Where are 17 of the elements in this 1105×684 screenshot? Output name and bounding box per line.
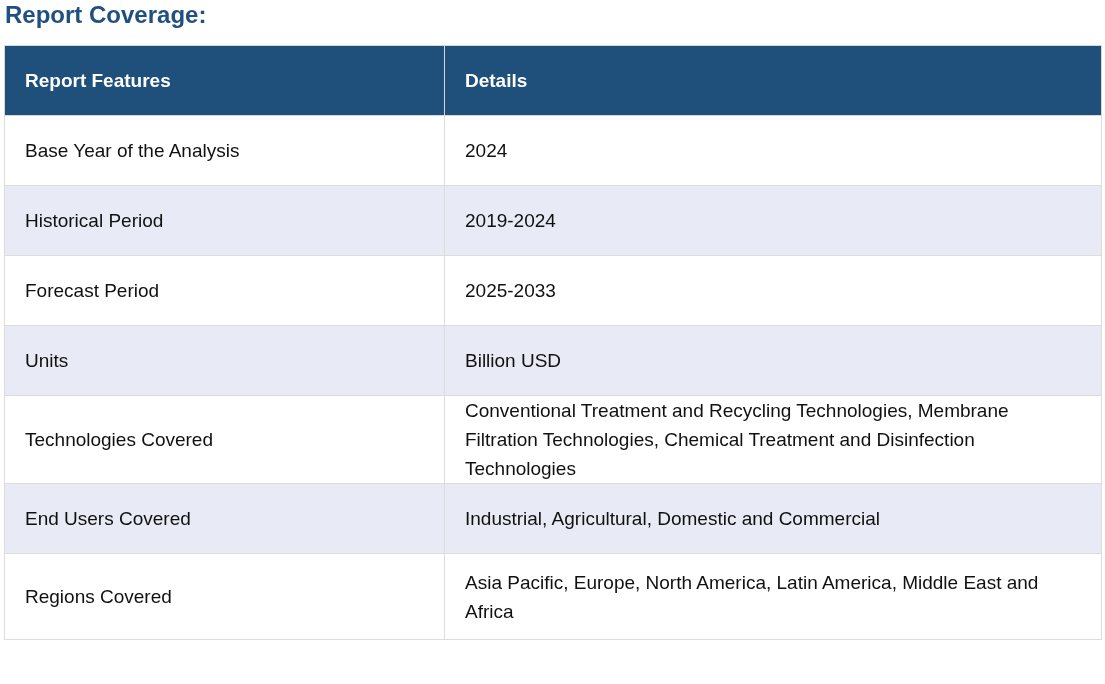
table-cell: Units xyxy=(4,325,445,396)
table-cell: 2024 xyxy=(444,115,1102,186)
table-cell: Base Year of the Analysis xyxy=(4,115,445,186)
column-header: Report Features xyxy=(4,45,445,116)
table-cell: Regions Covered xyxy=(4,553,445,640)
table-cell: 2025-2033 xyxy=(444,255,1102,326)
column-header: Details xyxy=(444,45,1102,116)
section-title: Report Coverage: xyxy=(4,0,208,30)
table-cell: Technologies Covered xyxy=(4,395,445,484)
table-cell: End Users Covered xyxy=(4,483,445,554)
table-cell: Asia Pacific, Europe, North America, Latin America, Middle East and Africa xyxy=(444,553,1102,640)
table-cell: Billion USD xyxy=(444,325,1102,396)
table-cell: Historical Period xyxy=(4,185,445,256)
table-cell: Conventional Treatment and Recycling Technologies, Membrane Filtration Technologies, Chemical Treatment and Disinfection Technologies xyxy=(444,395,1102,484)
table-cell: 2019-2024 xyxy=(444,185,1102,256)
table-cell: Industrial, Agricultural, Domestic and Commercial xyxy=(444,483,1102,554)
table-cell: Forecast Period xyxy=(4,255,445,326)
